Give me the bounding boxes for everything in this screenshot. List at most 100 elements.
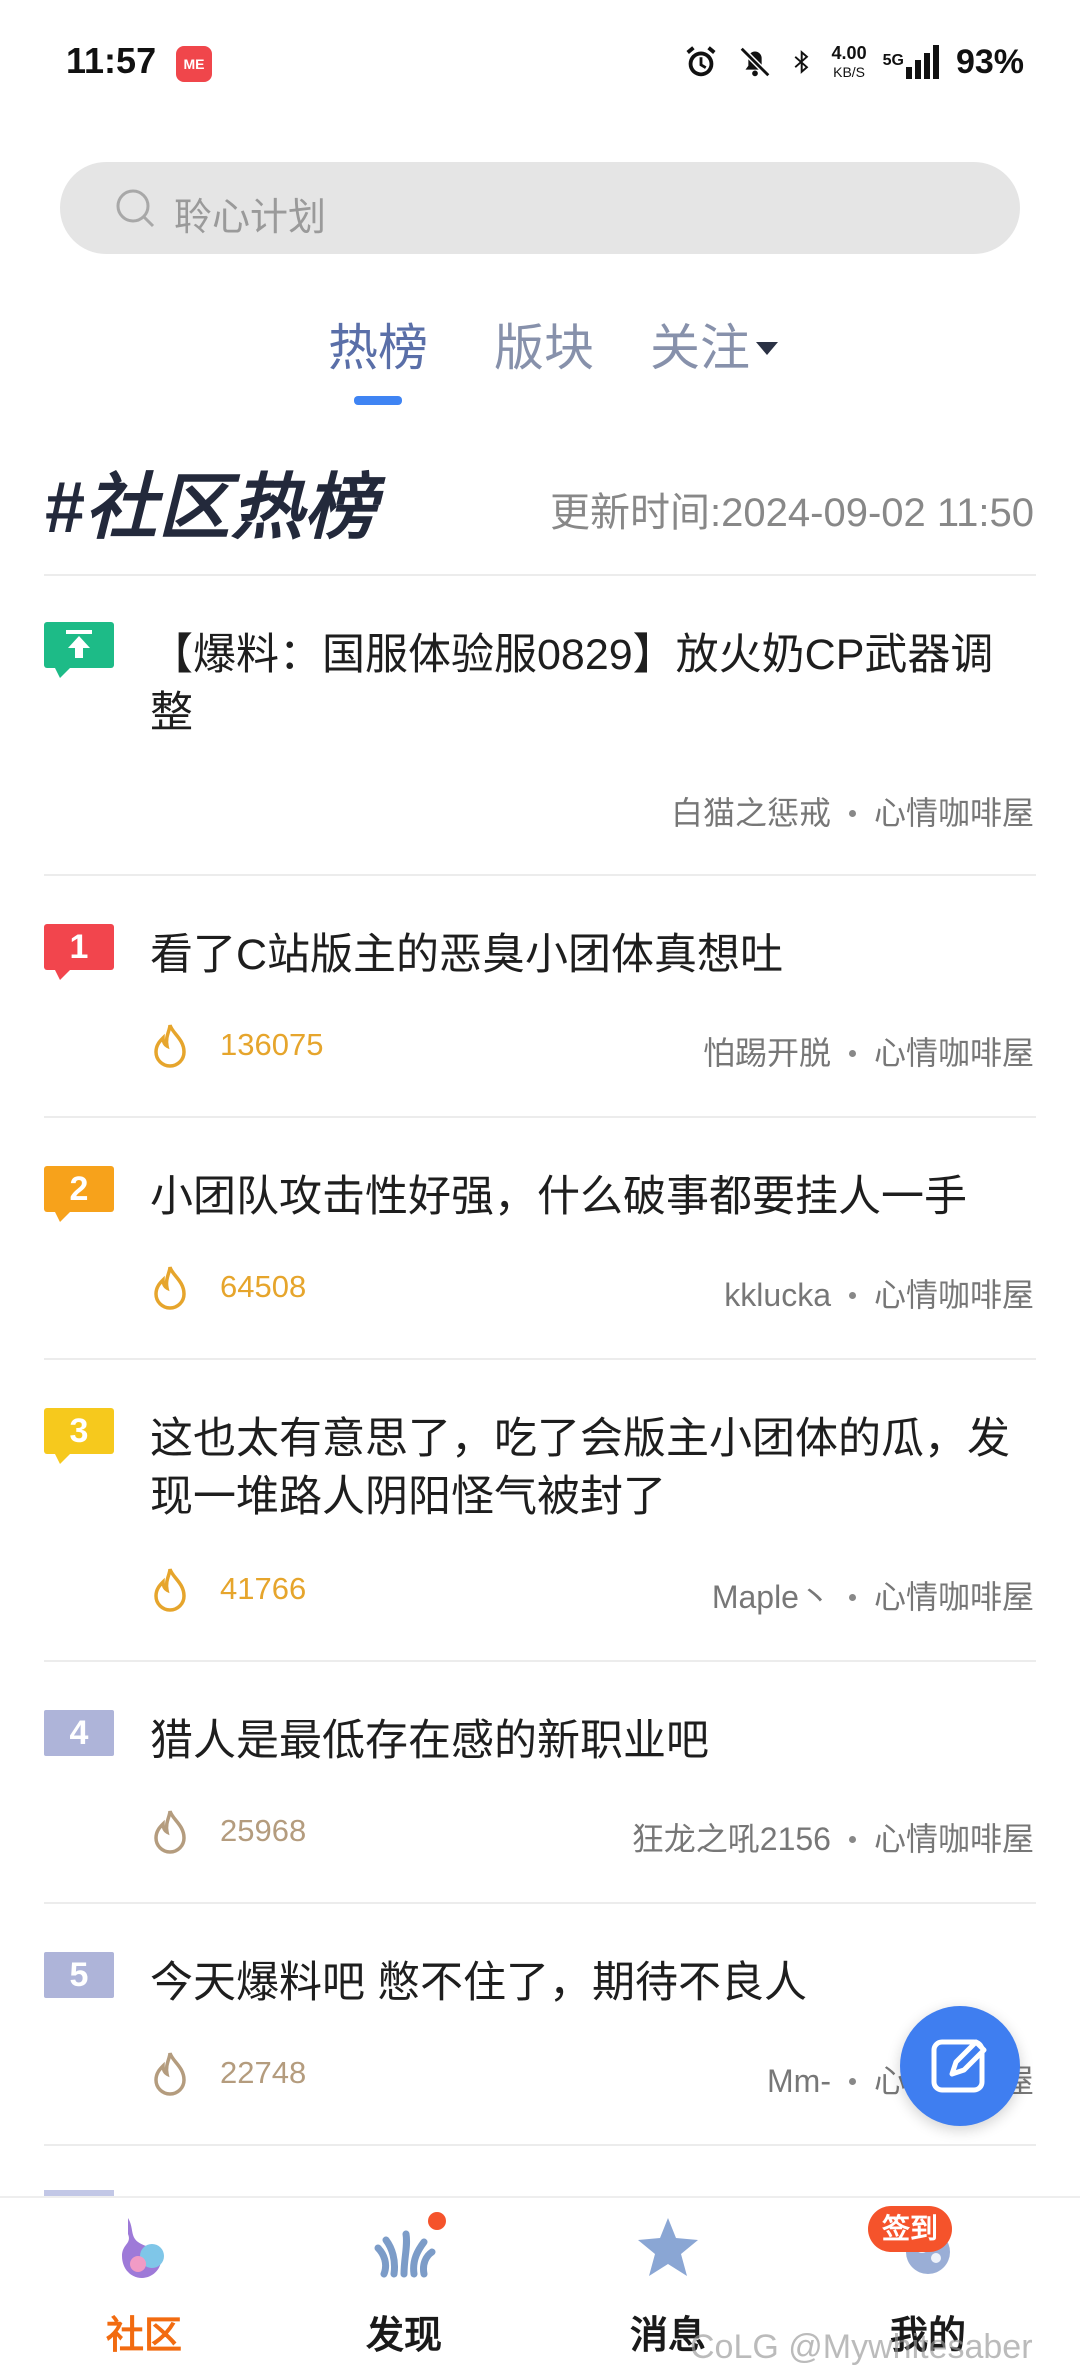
post-board[interactable]: 心情咖啡屋 <box>874 1579 1034 1615</box>
net-speed-unit: KB/S <box>833 63 866 80</box>
status-bar: 11:57 ME 4.00 KB/S 5G 93% <box>0 0 1080 128</box>
post-heat: 64508 <box>150 1264 306 1310</box>
post-title: 【爆料：国服体验服0829】放火奶CP武器调整 <box>150 631 994 737</box>
post-title: 小团队攻击性好强，什么破事都要挂人一手 <box>150 1173 967 1221</box>
search-icon <box>116 189 155 228</box>
badge-tail <box>54 968 72 980</box>
net-speed: 4.00 KB/S <box>832 44 867 81</box>
watermark: CoLG @Mywhitesaber <box>690 2328 1033 2366</box>
separator-dot <box>848 1836 856 1843</box>
post-title: 今天爆料吧 憋不住了，期待不良人 <box>150 1959 807 2007</box>
message-icon <box>638 2218 698 2276</box>
post-author[interactable]: 白猫之惩戒 <box>671 795 831 831</box>
alarm-icon <box>686 46 716 77</box>
post-item[interactable]: 2 小团队攻击性好强，什么破事都要挂人一手 64508 kklucka 心情咖啡屋 <box>0 1118 1080 1358</box>
badge-tail <box>54 1210 72 1222</box>
rank-badge: 5 <box>44 1952 120 2008</box>
separator-dot <box>848 1292 856 1299</box>
rank-badge: 4 <box>44 1710 120 1766</box>
post-board[interactable]: 心情咖啡屋 <box>874 1821 1034 1857</box>
badge-tail <box>54 666 72 678</box>
post-meta: Maple丶 心情咖啡屋 <box>712 1572 1034 1618</box>
nav-label: 社区 <box>105 2315 182 2357</box>
post-item[interactable]: 【爆料：国服体验服0829】放火奶CP武器调整 白猫之惩戒 心情咖啡屋 <box>0 576 1080 874</box>
divider <box>44 2144 1036 2146</box>
nav-label: 发现 <box>365 2315 442 2357</box>
post-title: 这也太有意思了，吃了会版主小团体的瓜，发现一堆路人阴阳怪气被封了 <box>150 1415 1010 1521</box>
rank-number: 3 <box>44 1408 114 1454</box>
rank-badge: 3 <box>44 1408 120 1464</box>
search-placeholder: 聆心计划 <box>174 197 327 239</box>
heat-count: 22748 <box>220 2055 307 2090</box>
community-icon <box>122 2218 164 2278</box>
search-bar[interactable]: 聆心计划 <box>60 162 1020 254</box>
post-item[interactable]: 4 猎人是最低存在感的新职业吧 25968 狂龙之吼2156 心情咖啡屋 <box>0 1662 1080 1902</box>
heat-count: 25968 <box>220 1813 307 1848</box>
net-speed-value: 4.00 <box>831 42 867 63</box>
tab-hot[interactable]: 热榜 <box>328 308 428 380</box>
flame-icon <box>154 1024 186 1068</box>
flame-icon <box>154 1266 186 1310</box>
post-meta: 狂龙之吼2156 心情咖啡屋 <box>632 1814 1034 1860</box>
update-time: 更新时间:2024-09-02 11:50 <box>550 491 1034 535</box>
rank-number: 1 <box>44 924 114 970</box>
post-meta: 白猫之惩戒 心情咖啡屋 <box>671 788 1034 834</box>
flame-icon <box>154 1810 186 1854</box>
rank-badge: 1 <box>44 924 120 980</box>
pin-top-icon <box>44 622 114 668</box>
post-heat: 41766 <box>150 1566 306 1612</box>
tab-boards[interactable]: 版块 <box>494 308 594 380</box>
post-heat: 25968 <box>150 1808 306 1854</box>
notification-dot <box>428 2212 446 2230</box>
post-board[interactable]: 心情咖啡屋 <box>874 1277 1034 1313</box>
badge-tail <box>54 1452 72 1464</box>
post-title: 猎人是最低存在感的新职业吧 <box>150 1717 709 1765</box>
post-author[interactable]: Maple丶 <box>712 1579 831 1615</box>
bluetooth-icon <box>794 50 808 74</box>
separator-dot <box>848 810 856 817</box>
post-author[interactable]: 狂龙之吼2156 <box>632 1821 831 1857</box>
edit-icon <box>931 2039 987 2093</box>
pinned-badge <box>44 622 120 678</box>
heat-count: 136075 <box>220 1027 324 1062</box>
post-author[interactable]: Mm- <box>767 2063 831 2099</box>
post-item[interactable]: 1 看了C站版主的恶臭小团体真想吐 136075 怕踢开脱 心情咖啡屋 <box>0 876 1080 1116</box>
tab-follow[interactable]: 关注 <box>650 308 778 380</box>
post-meta: kklucka 心情咖啡屋 <box>724 1270 1034 1316</box>
post-author[interactable]: kklucka <box>724 1277 831 1313</box>
page-title: #社区热榜 <box>44 468 378 548</box>
signin-badge[interactable]: 签到 <box>868 2206 952 2252</box>
status-time: 11:57 <box>66 40 157 81</box>
top-tabs: 热榜 版块 关注 <box>0 296 1080 416</box>
heat-count: 64508 <box>220 1269 307 1304</box>
app-notification-icon: ME <box>176 46 212 82</box>
separator-dot <box>848 1050 856 1057</box>
post-board[interactable]: 心情咖啡屋 <box>874 1035 1034 1071</box>
mute-bell-icon <box>739 46 770 78</box>
separator-dot <box>848 1594 856 1601</box>
status-icons: 4.00 KB/S 5G 93% <box>682 40 1024 84</box>
separator-dot <box>848 2078 856 2085</box>
rank-number: 5 <box>44 1952 114 1998</box>
battery-level: 93% <box>955 42 1024 81</box>
flame-icon <box>154 1568 186 1612</box>
nav-discover[interactable]: 发现 <box>312 2212 492 2362</box>
tab-follow-label: 关注 <box>650 320 750 376</box>
compose-button[interactable] <box>900 2006 1020 2126</box>
heat-count: 41766 <box>220 1571 307 1606</box>
rank-badge: 2 <box>44 1166 120 1222</box>
post-meta: 怕踢开脱 心情咖啡屋 <box>703 1028 1034 1074</box>
post-title: 看了C站版主的恶臭小团体真想吐 <box>150 931 784 979</box>
signal-bars-icon <box>905 45 939 79</box>
flame-icon <box>154 2052 186 2096</box>
nav-community[interactable]: 社区 <box>52 2212 232 2362</box>
post-board[interactable]: 心情咖啡屋 <box>874 795 1034 831</box>
network-type: 5G <box>882 52 904 69</box>
post-heat: 22748 <box>150 2050 306 2096</box>
dropdown-caret-icon <box>756 342 778 355</box>
rank-number: 4 <box>44 1710 114 1756</box>
active-tab-indicator <box>354 396 402 405</box>
rank-number: 2 <box>44 1166 114 1212</box>
post-author[interactable]: 怕踢开脱 <box>703 1035 831 1071</box>
post-item[interactable]: 3 这也太有意思了，吃了会版主小团体的瓜，发现一堆路人阴阳怪气被封了 41766… <box>0 1360 1080 1660</box>
